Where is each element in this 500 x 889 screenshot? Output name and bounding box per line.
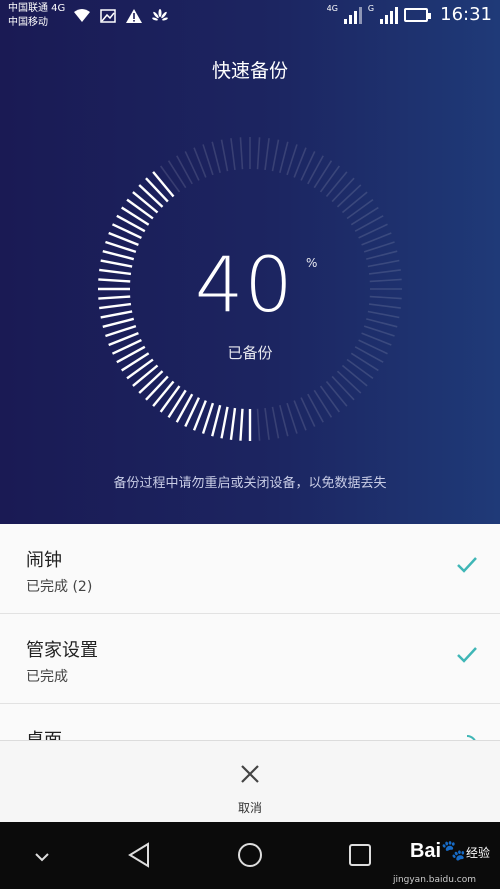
list-item[interactable]: 管家设置 已完成 (0, 614, 500, 704)
progress-tick-filled (105, 324, 137, 338)
recents-icon[interactable] (349, 844, 371, 866)
watermark-site: jingyan.baidu.com (392, 875, 476, 885)
progress-tick (336, 184, 362, 208)
check-icon (457, 557, 477, 573)
progress-tick-filled (126, 198, 154, 220)
progress-tick-filled (145, 177, 169, 203)
progress-tick-filled (132, 364, 159, 387)
backup-hero: 中国联通 4G 中国移动 4G G 16:31 快速备份 40 % 已备份 备份… (0, 0, 500, 524)
progress-percent: 40 (195, 240, 294, 329)
progress-tick (279, 405, 289, 437)
list-item[interactable]: 闹钟 已完成 (2) (0, 524, 500, 614)
progress-tick (331, 177, 355, 203)
progress-tick (341, 364, 368, 387)
backup-warning-hint: 备份过程中请勿重启或关闭设备，以免数据丢失 (113, 476, 387, 491)
close-icon[interactable] (239, 763, 261, 785)
check-icon (457, 647, 477, 663)
progress-tick (366, 318, 398, 328)
progress-tick-filled (102, 317, 135, 328)
progress-tick (264, 407, 270, 440)
navigation-bar: Bai🐾经验 jingyan.baidu.com (0, 822, 500, 889)
progress-tick (230, 138, 236, 171)
progress-tick-filled (102, 250, 135, 261)
progress-tick-filled (167, 389, 187, 418)
progress-tick-filled (98, 278, 131, 283)
progress-tick (369, 278, 402, 283)
progress-tick-filled (159, 385, 181, 413)
progress-tick-filled (138, 370, 164, 394)
progress-tick (264, 138, 270, 171)
progress-tick (346, 199, 374, 220)
progress-tick (313, 389, 333, 418)
progress-tick (331, 375, 355, 401)
item-name: 管家设置 (26, 640, 98, 661)
progress-tick (271, 406, 280, 439)
progress-tick (369, 295, 402, 300)
progress-tick (325, 171, 348, 198)
progress-tick (325, 380, 348, 407)
progress-tick (256, 137, 261, 170)
progress-tick-filled (145, 375, 169, 401)
progress-tick (366, 250, 398, 260)
progress-tick-filled (98, 295, 131, 300)
progress-tick-filled (99, 268, 132, 276)
progress-tick (279, 141, 289, 173)
percent-sign: % (306, 256, 318, 270)
item-name: 桌面 (26, 726, 62, 740)
progress-tick (286, 402, 298, 434)
progress-tick-filled (239, 408, 244, 441)
progress-tick (167, 160, 187, 189)
progress-tick-filled (220, 406, 229, 439)
progress-tick (211, 141, 221, 173)
baidu-watermark: Bai🐾经验 (409, 840, 490, 862)
chevron-down-icon[interactable] (34, 852, 50, 862)
home-icon[interactable] (237, 842, 263, 868)
item-status: 已完成 (2) (26, 579, 93, 595)
backup-item-list: 闹钟 已完成 (2) 管家设置 已完成 桌面 (0, 524, 500, 740)
progress-tick (271, 139, 280, 172)
progress-tick-filled (201, 402, 215, 434)
progress-tick-filled (100, 310, 133, 319)
progress-tick (239, 137, 244, 170)
progress-tick-filled (229, 407, 237, 440)
progress-tick-filled (100, 259, 133, 268)
progress-tick (160, 165, 181, 193)
cancel-bar: 取消 (0, 740, 500, 823)
list-item[interactable]: 桌面 (0, 704, 500, 740)
progress-tick-filled (152, 380, 175, 407)
progress-tick (363, 241, 395, 253)
progress-tick-filled (121, 206, 150, 226)
progress-tick (256, 408, 261, 441)
progress-tick (220, 139, 229, 172)
backup-status-label: 已备份 (227, 344, 273, 362)
progress-tick (367, 259, 400, 268)
progress-tick-filled (211, 404, 222, 437)
back-icon[interactable] (127, 842, 151, 868)
item-status: 已完成 (26, 669, 68, 685)
progress-tick (286, 144, 298, 176)
progress-tick (313, 160, 333, 189)
progress-tick (363, 325, 395, 337)
progress-tick (367, 310, 400, 319)
progress-tick-filled (152, 171, 175, 198)
progress-tick-filled (138, 184, 164, 208)
progress-tick (336, 370, 362, 394)
progress-tick-filled (105, 240, 137, 254)
progress-tick (319, 165, 340, 193)
progress-tick (368, 269, 401, 275)
progress-tick (350, 206, 379, 226)
progress-tick (368, 303, 401, 309)
progress-tick (202, 144, 214, 176)
progress-tick (341, 191, 368, 214)
item-name: 闹钟 (26, 550, 62, 571)
cancel-button[interactable]: 取消 (0, 799, 500, 816)
progress-tick-filled (132, 191, 159, 214)
progress-tick-filled (99, 302, 132, 310)
progress-tick (319, 385, 340, 413)
